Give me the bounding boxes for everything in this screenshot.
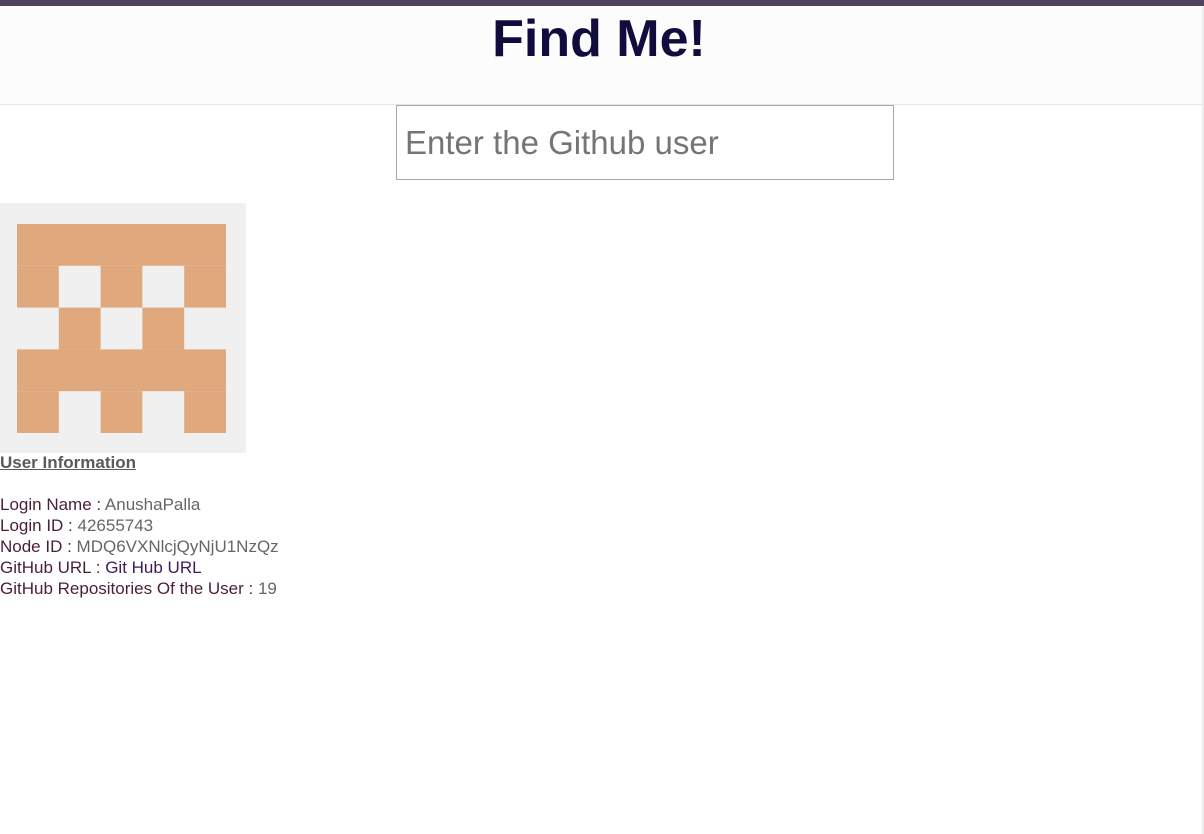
login-id-label: Login ID :	[0, 516, 78, 535]
login-name-value: AnushaPalla	[104, 495, 201, 514]
login-id-value: 42655743	[77, 516, 154, 535]
user-information-heading: User Information	[0, 453, 137, 472]
user-info-list: Login Name : AnushaPalla Login ID : 4265…	[0, 494, 279, 599]
github-url-row: GitHub URL : Git Hub URL	[0, 557, 279, 578]
page-header: Find Me!	[0, 6, 1202, 105]
login-id-row: Login ID : 42655743	[0, 515, 279, 536]
identicon-avatar-image	[17, 224, 226, 433]
node-id-value: MDQ6VXNlcjQyNjU1NzQz	[76, 537, 279, 556]
repos-row: GitHub Repositories Of the User : 19	[0, 578, 279, 599]
login-name-label: Login Name :	[0, 495, 105, 514]
github-url-label: GitHub URL :	[0, 558, 106, 577]
node-id-label: Node ID :	[0, 537, 77, 556]
github-url-link[interactable]: Git Hub URL	[105, 558, 201, 577]
repos-label: GitHub Repositories Of the User :	[0, 579, 258, 598]
page-title: Find Me!	[492, 10, 706, 68]
node-id-row: Node ID : MDQ6VXNlcjQyNjU1NzQz	[0, 536, 279, 557]
github-user-search-input[interactable]	[396, 105, 894, 180]
login-name-row: Login Name : AnushaPalla	[0, 494, 279, 515]
repos-value: 19	[257, 579, 277, 598]
